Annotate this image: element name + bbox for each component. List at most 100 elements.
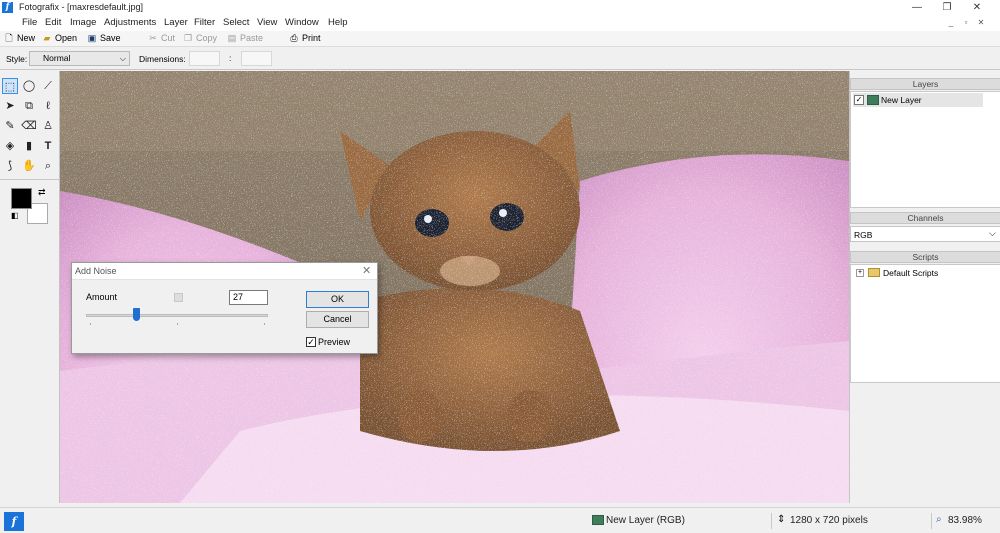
status-size: 1280 x 720 pixels (790, 515, 868, 526)
open-button[interactable]: ▰ Open (42, 33, 78, 43)
clone-stamp-tool[interactable]: ♙ (40, 118, 56, 134)
layer-row[interactable]: ✓ New Layer (853, 93, 983, 107)
chevron-down-icon: ⌵ (119, 54, 126, 63)
ok-button[interactable]: OK (306, 291, 369, 308)
rect-select-icon: ⬚ (4, 81, 16, 93)
status-divider (771, 513, 772, 529)
slider-tick (90, 323, 91, 325)
gradient-tool[interactable]: ▮ (21, 138, 37, 154)
right-panel: Layers ✓ New Layer Channels RGB ⌵ Script… (849, 71, 1000, 503)
maximize-button[interactable]: ❐ (932, 0, 962, 16)
status-zoom: 83.98% (948, 515, 982, 526)
width-input[interactable] (189, 51, 220, 66)
scissors-icon: ✂ (149, 33, 157, 43)
new-button[interactable]: 🗋 New (4, 33, 35, 43)
menu-image[interactable]: Image (70, 17, 96, 28)
zoom-icon: ⌕ (936, 514, 942, 525)
swap-colors-icon[interactable]: ⇄ (38, 187, 46, 198)
menu-help[interactable]: Help (328, 17, 348, 28)
dialog-title: Add Noise (75, 266, 117, 276)
amount-slider-thumb[interactable] (133, 308, 141, 321)
style-value: Normal (43, 53, 71, 63)
dialog-title-bar: Add Noise ✕ (72, 263, 377, 280)
dimensions-label: Dimensions: (139, 54, 186, 64)
hand-icon: ✋ (22, 160, 36, 172)
cancel-button[interactable]: Cancel (306, 311, 369, 328)
doc-restore-button[interactable]: ▫ (960, 17, 972, 29)
doc-minimize-button[interactable]: _ (945, 17, 957, 29)
lasso-tool[interactable]: ℓ (40, 98, 56, 114)
status-divider (931, 513, 932, 529)
crop-icon: ⧉ (25, 100, 33, 112)
bucket-tool[interactable]: ◈ (2, 138, 18, 154)
preview-checkbox[interactable]: ✓ (306, 337, 316, 347)
minimize-button[interactable]: — (902, 0, 932, 16)
move-icon: ➤ (5, 100, 15, 112)
title-bar: f Fotografix - [maxresdefault.jpg] — ❐ ✕ (0, 0, 1000, 16)
ellipse-select-tool[interactable]: ◯ (21, 78, 37, 94)
foreground-color-swatch[interactable] (11, 188, 32, 209)
menu-edit[interactable]: Edit (45, 17, 61, 28)
folder-icon (868, 268, 880, 277)
image-size-icon: ⇕ (777, 514, 786, 525)
move-tool[interactable]: ➤ (2, 98, 18, 114)
amount-reset-icon[interactable] (174, 293, 183, 302)
magic-wand-tool[interactable]: ⟋ (40, 78, 56, 94)
text-icon: T (44, 140, 52, 152)
print-button[interactable]: ⎙ Print (289, 33, 320, 43)
brush-tool[interactable]: ✎ (2, 118, 18, 134)
lasso-icon: ℓ (46, 100, 50, 112)
menu-layer[interactable]: Layer (164, 17, 188, 28)
slider-tick (177, 323, 178, 325)
layers-panel-title: Layers (850, 78, 1000, 90)
eyedropper-tool[interactable]: ⟆ (2, 158, 18, 174)
bucket-icon: ◈ (5, 140, 15, 152)
amount-input[interactable]: 27 (229, 290, 268, 305)
menu-adjustments[interactable]: Adjustments (104, 17, 156, 28)
style-select[interactable]: Normal ⌵ (29, 51, 130, 66)
dialog-close-icon[interactable]: ✕ (362, 264, 371, 277)
channels-panel-title: Channels (850, 212, 1000, 224)
expand-icon[interactable]: + (856, 269, 864, 277)
scripts-folder-name[interactable]: Default Scripts (883, 268, 938, 278)
menu-select[interactable]: Select (223, 17, 249, 28)
cut-button[interactable]: ✂ Cut (148, 33, 175, 43)
toolbox: ⬚ ◯ ⟋ ➤ ⧉ ℓ ✎ ⌫ ♙ ◈ ▮ T ⟆ ✋ ⌕ ⇄ ◧ (0, 71, 60, 503)
printer-icon: ⎙ (290, 33, 298, 43)
menu-view[interactable]: View (257, 17, 277, 28)
app-icon: f (2, 2, 13, 13)
layer-visibility-checkbox[interactable]: ✓ (854, 95, 864, 105)
rect-select-tool[interactable]: ⬚ (2, 78, 18, 94)
reset-colors-icon[interactable]: ◧ (11, 211, 19, 220)
menu-filter[interactable]: Filter (194, 17, 215, 28)
zoom-tool[interactable]: ⌕ (40, 158, 56, 174)
menu-window[interactable]: Window (285, 17, 319, 28)
magic-wand-icon: ⟋ (44, 80, 52, 92)
layer-thumbnail-icon (867, 95, 879, 105)
menu-file[interactable]: File (22, 17, 37, 28)
preview-label: Preview (318, 337, 351, 347)
toolbar: 🗋 New ▰ Open ▣ Save ✂ Cut ❐ Copy ▤ Paste… (0, 31, 1000, 47)
paste-button[interactable]: ▤ Paste (227, 33, 263, 43)
dimensions-separator: : (229, 53, 232, 63)
options-bar: Style: Normal ⌵ Dimensions: : (0, 48, 1000, 70)
eyedropper-icon: ⟆ (7, 160, 13, 172)
zoom-icon: ⌕ (44, 160, 52, 172)
save-button[interactable]: ▣ Save (87, 33, 121, 43)
hand-tool[interactable]: ✋ (21, 158, 37, 174)
brush-icon: ✎ (5, 120, 15, 132)
height-input[interactable] (241, 51, 272, 66)
amount-slider-track[interactable] (86, 314, 268, 317)
copy-button[interactable]: ❐ Copy (183, 33, 217, 43)
eraser-tool[interactable]: ⌫ (21, 118, 37, 134)
status-bar: f New Layer (RGB) ⇕ 1280 x 720 pixels ⌕ … (0, 507, 1000, 533)
doc-close-button[interactable]: ✕ (975, 17, 987, 29)
crop-tool[interactable]: ⧉ (21, 98, 37, 114)
close-button[interactable]: ✕ (962, 0, 992, 16)
add-noise-dialog: Add Noise ✕ Amount 27 OK Cancel ✓ Previe… (71, 262, 378, 354)
floppy-disk-icon: ▣ (87, 33, 97, 43)
text-tool[interactable]: T (40, 138, 56, 154)
folder-open-icon: ▰ (43, 33, 51, 43)
channels-select[interactable]: RGB ⌵ (850, 226, 1000, 242)
clone-stamp-icon: ♙ (43, 120, 53, 132)
